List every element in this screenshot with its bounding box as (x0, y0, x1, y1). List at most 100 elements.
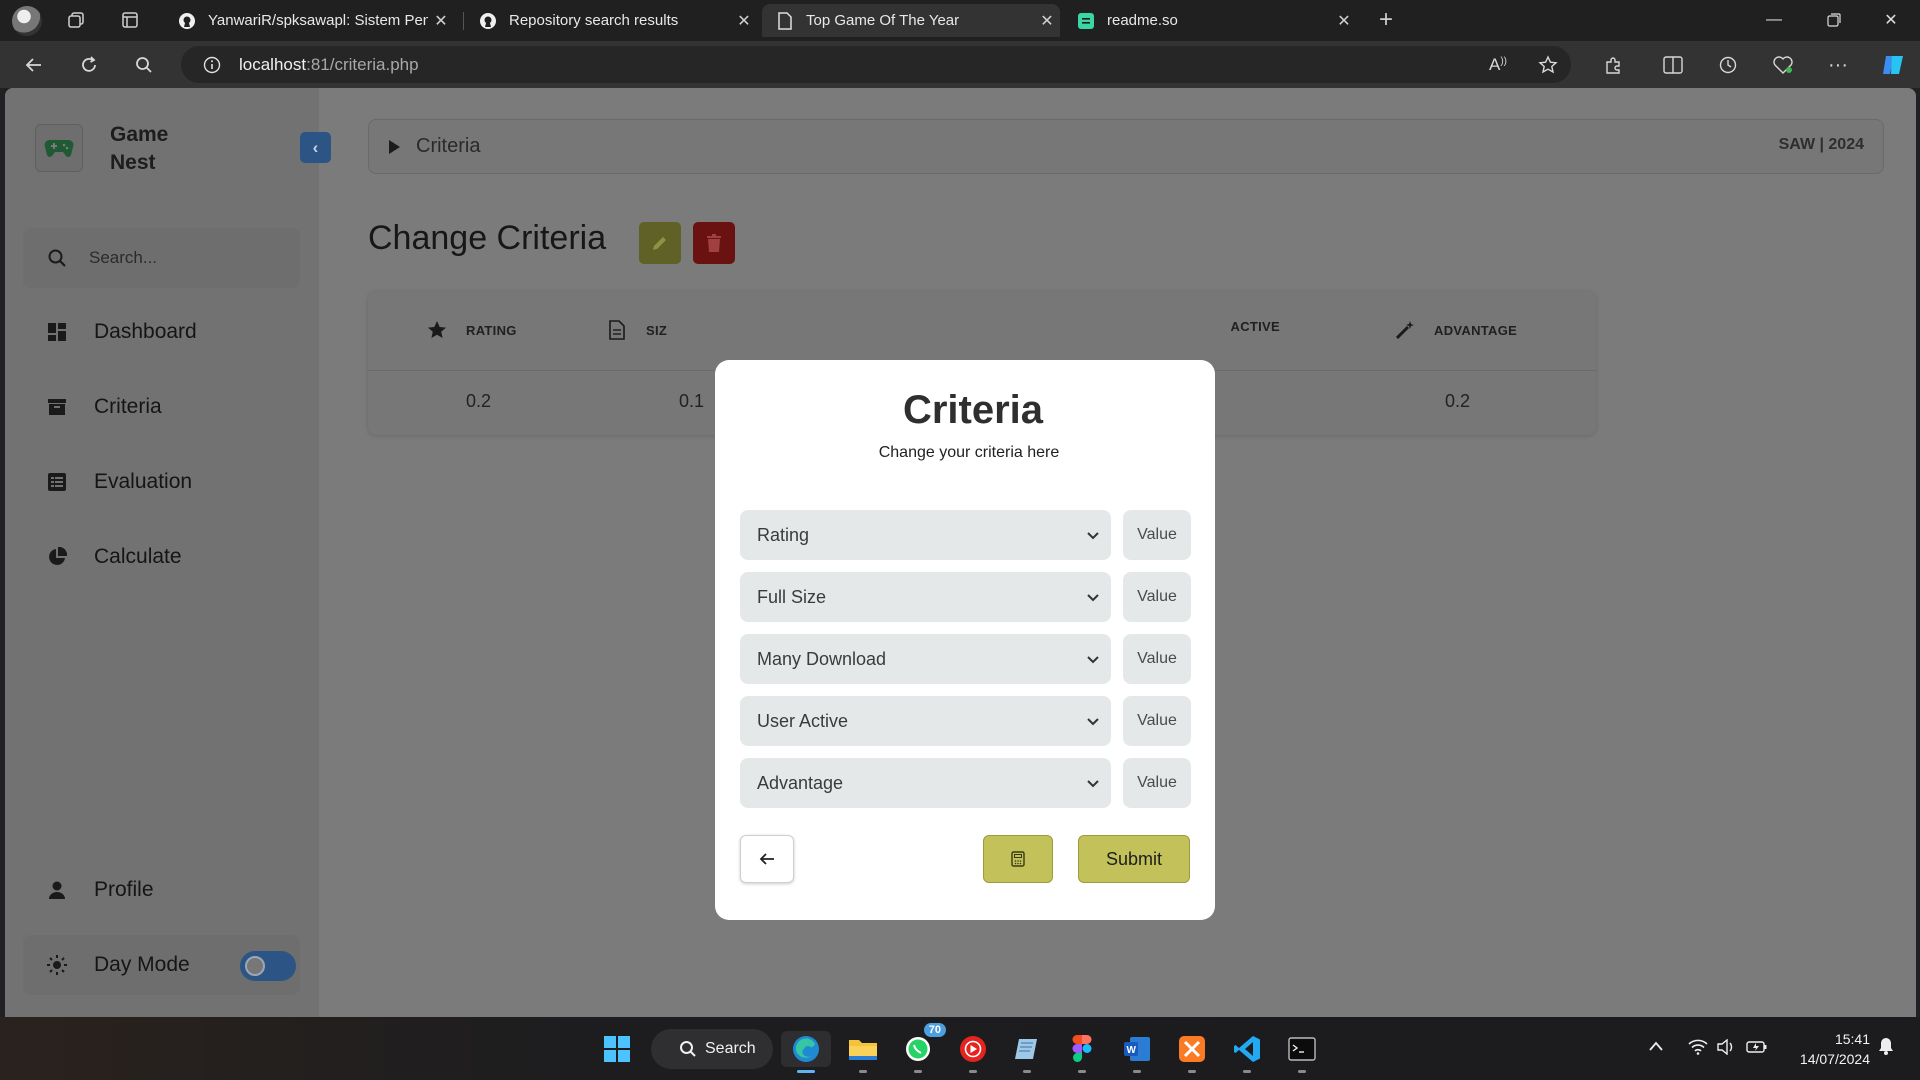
file-explorer-icon[interactable] (845, 1031, 881, 1073)
figma-icon[interactable] (1064, 1031, 1100, 1073)
word-icon[interactable]: W (1119, 1031, 1155, 1073)
gamepad-logo-icon (35, 124, 83, 172)
new-tab-icon[interactable]: + (1370, 4, 1402, 36)
tab-divider (463, 12, 464, 30)
criteria-row: Rating Value (740, 510, 1191, 560)
profile-avatar[interactable] (12, 6, 42, 36)
history-icon[interactable] (1712, 49, 1744, 81)
tab-github-repo[interactable]: YanwariR/spksawapl: Sistem Pend ✕ (164, 4, 454, 37)
terminal-icon[interactable] (1284, 1031, 1320, 1073)
windows-start-icon[interactable] (599, 1031, 635, 1067)
criteria-row: Full Size Value (740, 572, 1191, 622)
sidebar-search[interactable] (23, 228, 300, 288)
close-tab-icon[interactable]: ✕ (731, 11, 757, 31)
edge-icon[interactable] (781, 1031, 831, 1073)
calculator-button[interactable] (983, 835, 1053, 883)
running-indicator (1133, 1070, 1141, 1073)
criteria-select[interactable]: Advantage (740, 758, 1111, 808)
restore-icon[interactable] (1806, 0, 1862, 40)
modal-title: Criteria (902, 388, 1044, 432)
show-hidden-icons[interactable] (1648, 1039, 1664, 1056)
close-window-icon[interactable]: ✕ (1863, 0, 1919, 40)
sidebar-item-evaluation[interactable]: Evaluation (23, 454, 300, 510)
modal-subtitle: Change your criteria here (878, 444, 1060, 461)
value-input[interactable]: Value (1123, 634, 1191, 684)
criteria-select[interactable]: User Active (740, 696, 1111, 746)
star-icon (426, 319, 448, 341)
sidebar-item-profile[interactable]: Profile (23, 862, 300, 918)
url-text: localhost:81/criteria.php (239, 54, 419, 74)
arrow-left-icon (759, 853, 774, 865)
tab-top-game[interactable]: Top Game Of The Year ✕ (762, 4, 1060, 37)
edit-button[interactable] (639, 222, 681, 264)
page-title: Change Criteria (368, 219, 607, 257)
app-name: Game Nest (110, 123, 169, 174)
copilot-icon[interactable] (1877, 49, 1909, 81)
running-indicator (914, 1070, 922, 1073)
criteria-row: Advantage Value (740, 758, 1191, 808)
tab-repository-search[interactable]: Repository search results ✕ (465, 4, 757, 37)
split-screen-icon[interactable] (1657, 49, 1689, 81)
column-header: RATING (426, 319, 517, 341)
battery-icon[interactable] (1746, 1039, 1768, 1059)
submit-button[interactable]: Submit (1078, 835, 1190, 883)
criteria-select[interactable]: Full Size (740, 572, 1111, 622)
workspaces-icon[interactable] (60, 4, 92, 36)
running-indicator (1188, 1070, 1196, 1073)
chevron-down-icon (1087, 718, 1099, 726)
close-tab-icon[interactable]: ✕ (1034, 11, 1060, 31)
youtube-music-icon[interactable] (955, 1031, 991, 1073)
magic-wand-icon (1394, 319, 1416, 341)
search-input[interactable] (89, 248, 269, 268)
read-aloud-icon[interactable]: A)) (1482, 49, 1514, 81)
search-icon (48, 249, 66, 267)
notification-bell-icon[interactable] (1878, 1037, 1894, 1059)
minimize-icon[interactable]: — (1746, 0, 1802, 40)
collapse-sidebar-button[interactable]: ‹ (300, 132, 331, 163)
address-toolbar: localhost:81/criteria.php A)) ··· (0, 41, 1920, 88)
back-arrow-icon[interactable] (18, 49, 50, 81)
table-cell: 0.2 (466, 391, 492, 411)
day-mode-toggle[interactable] (240, 951, 296, 981)
close-tab-icon[interactable]: ✕ (428, 11, 454, 31)
pencil-icon (653, 237, 666, 250)
criteria-row: Many Download Value (740, 634, 1191, 684)
back-button[interactable] (740, 835, 794, 883)
close-tab-icon[interactable]: ✕ (1331, 11, 1357, 31)
vscode-icon[interactable] (1229, 1031, 1265, 1073)
favorite-star-icon[interactable] (1532, 49, 1564, 81)
volume-icon[interactable] (1716, 1038, 1736, 1059)
criteria-select[interactable]: Many Download (740, 634, 1111, 684)
criteria-modal: Criteria Change your criteria here Ratin… (715, 360, 1215, 920)
url-bar[interactable]: localhost:81/criteria.php (181, 46, 1571, 83)
xampp-icon[interactable] (1174, 1031, 1210, 1073)
site-info-icon[interactable] (199, 55, 225, 75)
more-options-icon[interactable]: ··· (1822, 49, 1854, 81)
running-indicator (859, 1070, 867, 1073)
value-input[interactable]: Value (1123, 510, 1191, 560)
taskbar-search[interactable]: Search (651, 1029, 773, 1069)
value-input[interactable]: Value (1123, 758, 1191, 808)
system-clock[interactable]: 15:41 14/07/2024 (1780, 1029, 1870, 1069)
table-header: RATING SIZE ACTIVE ADVANTAGE (368, 291, 1596, 371)
tab-readme-so[interactable]: readme.so ✕ (1063, 4, 1357, 37)
tab-title: YanwariR/spksawapl: Sistem Pend (208, 12, 428, 29)
browser-essentials-icon[interactable] (1767, 49, 1799, 81)
refresh-icon[interactable] (73, 49, 105, 81)
whatsapp-icon[interactable]: 70 (900, 1023, 946, 1073)
sidebar-item-criteria[interactable]: Criteria (23, 379, 300, 435)
criteria-select[interactable]: Rating (740, 510, 1111, 560)
extensions-icon[interactable] (1597, 49, 1629, 81)
search-icon[interactable] (128, 49, 160, 81)
wifi-icon[interactable] (1688, 1039, 1708, 1059)
value-input[interactable]: Value (1123, 696, 1191, 746)
value-input[interactable]: Value (1123, 572, 1191, 622)
sidebar-item-calculate[interactable]: Calculate (23, 529, 300, 585)
trash-icon (707, 234, 721, 252)
header-right-text: SAW | 2024 (1778, 136, 1864, 153)
delete-button[interactable] (693, 222, 735, 264)
sidebar-item-dashboard[interactable]: Dashboard (23, 304, 300, 360)
notes-app-icon[interactable] (1009, 1031, 1045, 1073)
github-icon (178, 12, 196, 30)
tab-actions-icon[interactable] (114, 4, 146, 36)
